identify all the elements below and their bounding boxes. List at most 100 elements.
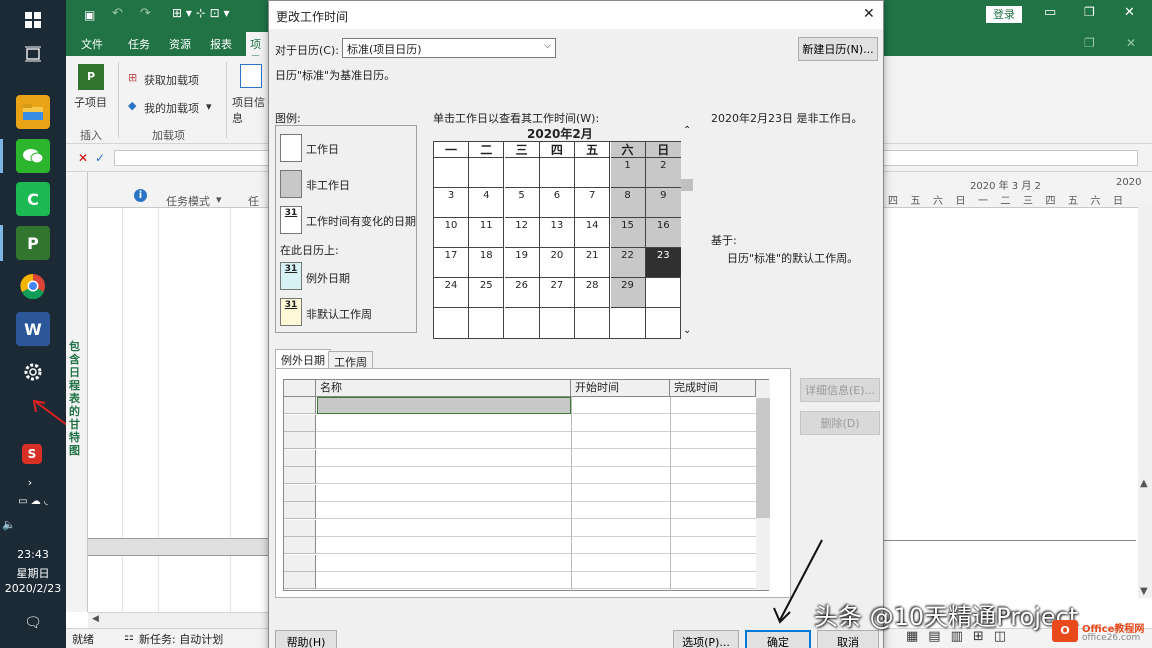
calendar-day[interactable]: 20 bbox=[539, 248, 575, 278]
scroll-left-icon[interactable]: ◀ bbox=[92, 614, 99, 624]
row-header[interactable] bbox=[284, 572, 316, 589]
exceptions-grid[interactable]: 名称 开始时间 完成时间 bbox=[283, 379, 770, 591]
calendar-day[interactable]: 2 bbox=[645, 158, 681, 188]
tab-project[interactable]: 项目 bbox=[246, 32, 270, 56]
camtasia-icon[interactable]: C bbox=[16, 182, 50, 216]
project-app-icon[interactable]: P bbox=[16, 226, 50, 260]
my-addins-button[interactable]: 我的加载项 bbox=[144, 100, 199, 116]
row-header[interactable] bbox=[284, 484, 316, 502]
grid-column-header[interactable]: 开始时间 bbox=[571, 380, 670, 397]
table-row[interactable] bbox=[284, 519, 770, 537]
calendar-day[interactable]: 11 bbox=[469, 218, 505, 248]
restore-icon[interactable]: ❐ bbox=[1084, 36, 1095, 50]
cancel-button[interactable]: 取消 bbox=[817, 630, 879, 648]
tab-exceptions[interactable]: 例外日期 bbox=[275, 349, 331, 369]
calendar-day[interactable]: 1 bbox=[610, 158, 646, 188]
calendar-day[interactable]: 8 bbox=[610, 188, 646, 218]
tray-expand-icon[interactable]: › bbox=[20, 476, 40, 489]
grid-column-header[interactable]: 名称 bbox=[316, 380, 571, 397]
settings-gear-icon[interactable] bbox=[16, 355, 50, 389]
horizontal-scrollbar[interactable] bbox=[88, 612, 270, 628]
tab-file[interactable]: 文件 bbox=[81, 36, 103, 52]
tab-task[interactable]: 任务 bbox=[128, 36, 150, 52]
calendar-day[interactable]: 14 bbox=[575, 218, 611, 248]
calendar-day[interactable]: 10 bbox=[434, 218, 469, 248]
calendar-day[interactable]: 27 bbox=[539, 278, 575, 308]
redo-icon[interactable]: ↷ bbox=[140, 6, 151, 21]
clock-day[interactable]: 星期日 bbox=[0, 565, 66, 581]
scroll-up-icon[interactable]: ▲ bbox=[1140, 478, 1148, 489]
calendar-day[interactable]: 19 bbox=[504, 248, 540, 278]
calendar-day[interactable]: 28 bbox=[575, 278, 611, 308]
grid-scrollbar[interactable] bbox=[756, 380, 770, 590]
calendar-day[interactable]: 26 bbox=[504, 278, 540, 308]
clock-date[interactable]: 2020/2/23 bbox=[0, 582, 66, 595]
clock-time[interactable]: 23:43 bbox=[0, 548, 66, 561]
notification-icon[interactable]: 🗨 bbox=[0, 615, 66, 631]
grid-column-header[interactable]: 完成时间 bbox=[670, 380, 756, 397]
row-header[interactable] bbox=[284, 467, 316, 484]
get-addins-button[interactable]: 获取加载项 bbox=[144, 72, 199, 88]
project-info-label[interactable]: 项目信息 bbox=[232, 94, 268, 126]
cancel-entry-icon[interactable]: ✕ bbox=[78, 151, 88, 165]
calendar-day[interactable]: 4 bbox=[469, 188, 505, 218]
calendar-select[interactable]: 标准(项目日历) ⌵ bbox=[342, 38, 556, 58]
options-button[interactable]: 选项(P)... bbox=[673, 630, 739, 648]
calendar-day[interactable]: 5 bbox=[504, 188, 540, 218]
sogou-input-icon[interactable]: S bbox=[22, 444, 42, 464]
calendar-day[interactable]: 9 bbox=[645, 188, 681, 218]
volume-icon[interactable]: 🔈 bbox=[0, 518, 66, 531]
chevron-down-icon[interactable]: ▾ bbox=[206, 100, 212, 113]
new-calendar-button[interactable]: 新建日历(N)... bbox=[798, 37, 878, 61]
file-explorer-icon[interactable] bbox=[16, 95, 50, 129]
login-button[interactable]: 登录 bbox=[986, 6, 1022, 23]
table-row[interactable] bbox=[284, 537, 770, 554]
table-row[interactable] bbox=[284, 397, 770, 414]
scroll-thumb[interactable] bbox=[681, 179, 693, 191]
selected-row[interactable] bbox=[88, 538, 270, 556]
tab-work-weeks[interactable]: 工作周 bbox=[328, 351, 373, 369]
table-row[interactable] bbox=[284, 449, 770, 467]
dialog-close-icon[interactable]: ✕ bbox=[863, 6, 875, 22]
chevron-down-icon[interactable]: ▾ bbox=[216, 193, 222, 206]
table-row[interactable] bbox=[284, 554, 770, 572]
ok-button[interactable]: 确定 bbox=[745, 630, 811, 648]
table-row[interactable] bbox=[284, 414, 770, 432]
row-header[interactable] bbox=[284, 502, 316, 519]
column-task-mode[interactable]: 任务模式 bbox=[166, 193, 210, 209]
subproject-label[interactable]: 子项目 bbox=[74, 94, 107, 110]
calendar-day[interactable]: 15 bbox=[610, 218, 646, 248]
calendar-day[interactable]: 7 bbox=[575, 188, 611, 218]
details-button[interactable]: 详细信息(E)... bbox=[800, 378, 880, 402]
tab-report[interactable]: 报表 bbox=[210, 36, 232, 52]
row-header[interactable] bbox=[284, 554, 316, 572]
accept-entry-icon[interactable]: ✓ bbox=[95, 151, 105, 165]
project-info-icon[interactable] bbox=[240, 64, 262, 88]
doc-close-icon[interactable]: ✕ bbox=[1126, 36, 1136, 50]
restore-icon[interactable]: ❐ bbox=[1084, 5, 1095, 19]
scroll-thumb[interactable] bbox=[756, 398, 770, 518]
save-icon[interactable]: ▣ bbox=[84, 8, 95, 22]
tab-resource[interactable]: 资源 bbox=[169, 36, 191, 52]
calendar-day[interactable]: 24 bbox=[434, 278, 469, 308]
calendar-day[interactable]: 22 bbox=[610, 248, 646, 278]
word-icon[interactable]: W bbox=[16, 312, 50, 346]
row-header[interactable] bbox=[284, 432, 316, 449]
info-column-icon[interactable]: i bbox=[134, 189, 147, 202]
chevron-up-icon[interactable]: ⌃ bbox=[683, 125, 691, 136]
table-row[interactable] bbox=[284, 467, 770, 484]
row-header[interactable] bbox=[284, 449, 316, 467]
status-new-task[interactable]: 新任务: 自动计划 bbox=[139, 631, 223, 647]
calendar-day[interactable]: 23 bbox=[645, 248, 681, 278]
calendar-day[interactable]: 25 bbox=[469, 278, 505, 308]
task-view-button[interactable] bbox=[0, 34, 66, 74]
chrome-icon[interactable] bbox=[16, 269, 50, 303]
calendar-day[interactable]: 13 bbox=[539, 218, 575, 248]
calendar-scrollbar[interactable]: ⌃ ⌄ bbox=[681, 125, 695, 339]
table-row[interactable] bbox=[284, 484, 770, 502]
row-header[interactable] bbox=[284, 537, 316, 554]
delete-button[interactable]: 删除(D) bbox=[800, 411, 880, 435]
help-button[interactable]: 帮助(H) bbox=[275, 630, 337, 648]
ribbon-display-icon[interactable]: ▭ bbox=[1044, 5, 1056, 20]
scroll-down-icon[interactable]: ▼ bbox=[1140, 586, 1148, 597]
